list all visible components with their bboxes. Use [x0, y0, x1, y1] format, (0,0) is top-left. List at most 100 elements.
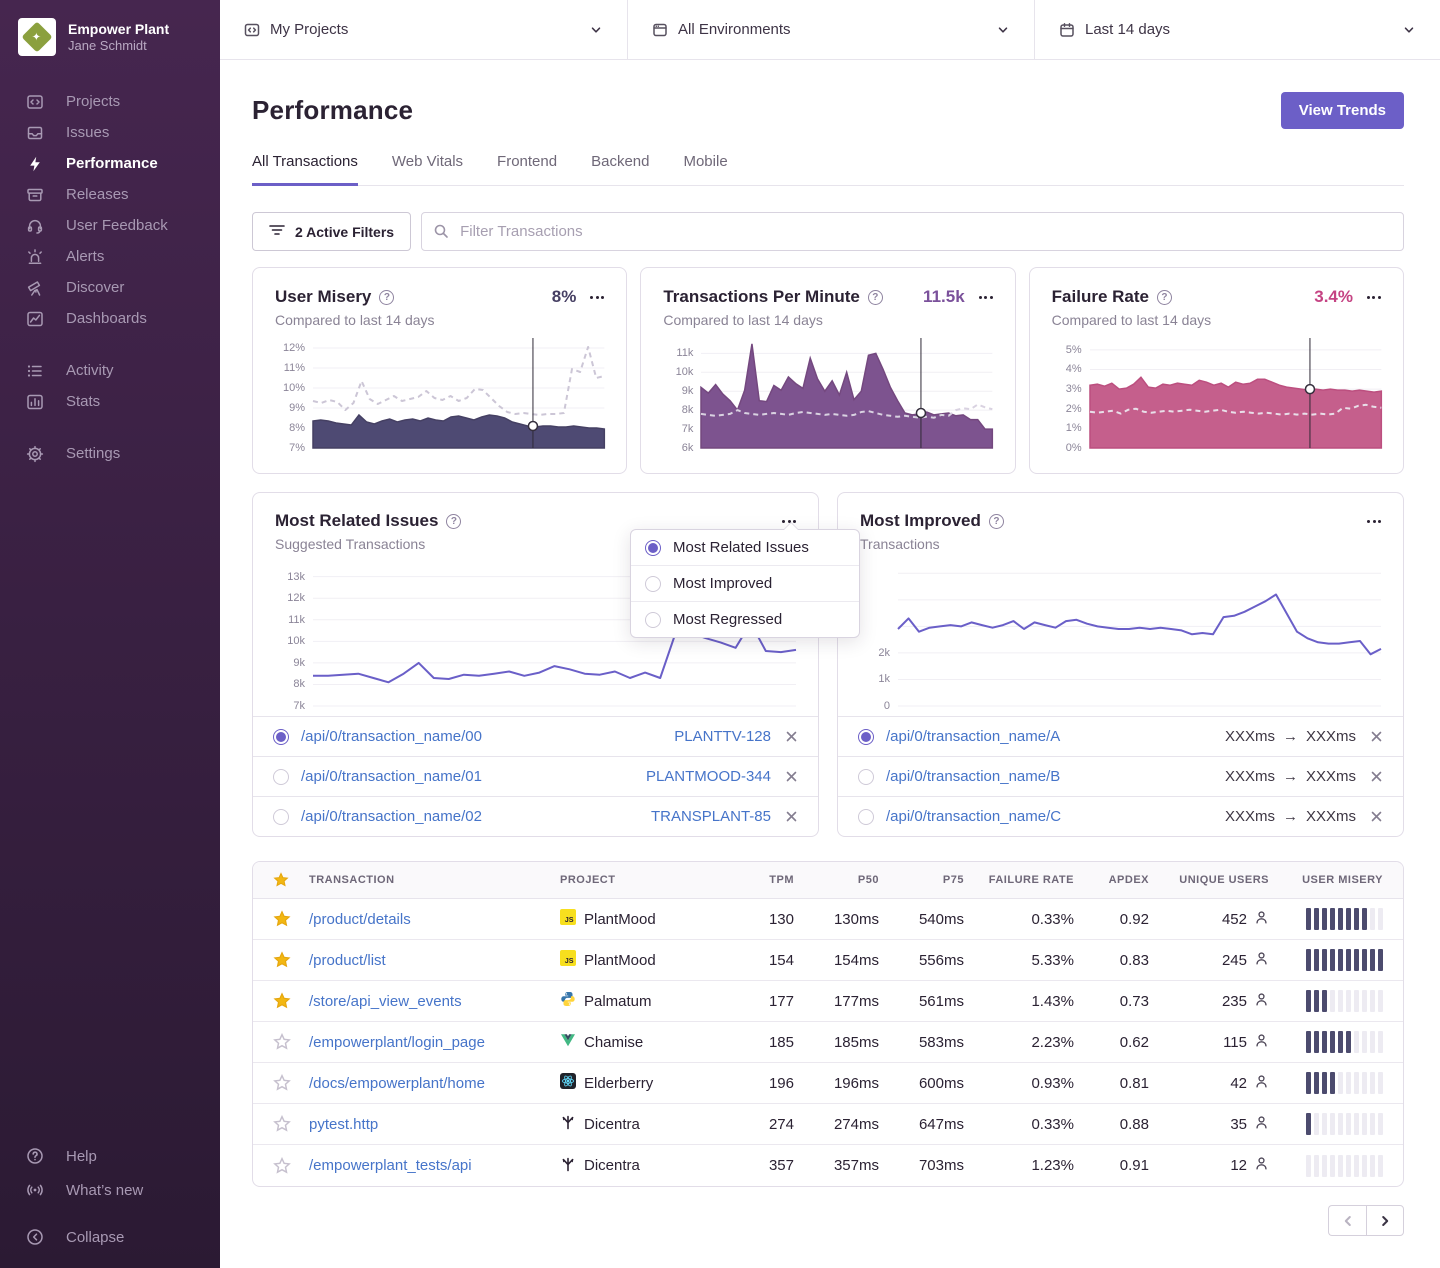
radio-button[interactable]: [858, 809, 874, 825]
apdex-value: 0.62: [1080, 1034, 1155, 1051]
tab-backend[interactable]: Backend: [591, 153, 649, 186]
transaction-link[interactable]: /empowerplant/login_page: [309, 1034, 485, 1051]
sidebar-item-releases[interactable]: Releases: [0, 179, 220, 210]
tab-mobile[interactable]: Mobile: [683, 153, 727, 186]
sidebar-item-settings[interactable]: Settings: [0, 438, 220, 469]
empower-plant-logo-icon: ✦: [21, 21, 52, 52]
radio-button[interactable]: [645, 540, 661, 556]
radio-button[interactable]: [273, 809, 289, 825]
next-page-button[interactable]: [1366, 1205, 1404, 1236]
help-icon[interactable]: ?: [989, 514, 1004, 529]
radio-button[interactable]: [273, 729, 289, 745]
close-icon[interactable]: [1370, 770, 1383, 783]
p50-value: 130ms: [800, 911, 885, 928]
issue-link[interactable]: PLANTTV-128: [674, 728, 771, 745]
previous-page-button[interactable]: [1328, 1205, 1366, 1236]
transaction-link[interactable]: /api/0/transaction_name/B: [886, 768, 1060, 785]
transaction-link[interactable]: /api/0/transaction_name/A: [886, 728, 1060, 745]
radio-button[interactable]: [858, 729, 874, 745]
issue-link[interactable]: TRANSPLANT-85: [651, 808, 771, 825]
sidebar-footer: HelpWhat’s new Collapse: [0, 1139, 220, 1254]
ellipsis-menu-button[interactable]: [979, 292, 993, 303]
sidebar-item-what-s-new[interactable]: What’s new: [0, 1173, 220, 1207]
transaction-link[interactable]: /product/details: [309, 911, 411, 928]
sidebar-item-collapse[interactable]: Collapse: [0, 1220, 220, 1254]
js-platform-icon: JS: [560, 950, 576, 970]
tpm-value: 130: [730, 911, 800, 928]
issue-link[interactable]: PLANTMOOD-344: [646, 768, 771, 785]
sidebar-item-performance[interactable]: Performance: [0, 148, 220, 179]
date-range-selector[interactable]: Last 14 days: [1035, 0, 1440, 59]
menu-option-most-regressed[interactable]: Most Regressed: [631, 601, 859, 637]
sidebar-item-stats[interactable]: Stats: [0, 386, 220, 417]
sidebar-item-user-feedback[interactable]: User Feedback: [0, 210, 220, 241]
close-icon[interactable]: [1370, 810, 1383, 823]
star-filled-icon[interactable]: [253, 951, 309, 969]
page-title: Performance: [252, 95, 413, 126]
close-icon[interactable]: [1370, 730, 1383, 743]
active-filters-button[interactable]: 2 Active Filters: [252, 212, 411, 251]
radio-button[interactable]: [273, 769, 289, 785]
col-failure-rate: FAILURE RATE: [970, 874, 1080, 886]
tab-web-vitals[interactable]: Web Vitals: [392, 153, 463, 186]
transaction-link[interactable]: /api/0/transaction_name/00: [301, 728, 482, 745]
sidebar-item-activity[interactable]: Activity: [0, 355, 220, 386]
transaction-link[interactable]: /docs/empowerplant/home: [309, 1075, 485, 1092]
p50-value: 177ms: [800, 993, 885, 1010]
arrow-right-icon: →: [1283, 728, 1298, 745]
help-icon[interactable]: ?: [1157, 290, 1172, 305]
close-icon[interactable]: [785, 810, 798, 823]
star-filled-icon[interactable]: [253, 910, 309, 928]
metric-subtitle: Compared to last 14 days: [663, 312, 992, 328]
radio-button[interactable]: [645, 576, 661, 592]
radio-button[interactable]: [645, 612, 661, 628]
transaction-link[interactable]: /product/list: [309, 952, 386, 969]
close-icon[interactable]: [785, 730, 798, 743]
transaction-link[interactable]: pytest.http: [309, 1116, 378, 1133]
transaction-link[interactable]: /api/0/transaction_name/C: [886, 808, 1061, 825]
star-outline-icon[interactable]: [253, 1115, 309, 1133]
close-icon[interactable]: [785, 770, 798, 783]
transaction-link[interactable]: /api/0/transaction_name/01: [301, 768, 482, 785]
menu-option-most-improved[interactable]: Most Improved: [631, 565, 859, 601]
metric-subtitle: Compared to last 14 days: [275, 312, 604, 328]
plant-platform-icon: [560, 1156, 576, 1176]
ellipsis-menu-button[interactable]: [590, 292, 604, 303]
projects-selector[interactable]: My Projects: [220, 0, 628, 59]
environment-selector[interactable]: All Environments: [628, 0, 1035, 59]
transaction-link[interactable]: /api/0/transaction_name/02: [301, 808, 482, 825]
line-chart: [898, 568, 1381, 706]
tpm-value: 196: [730, 1075, 800, 1092]
p75-value: 647ms: [885, 1116, 970, 1133]
help-icon[interactable]: ?: [868, 290, 883, 305]
chevron-down-icon: [1402, 23, 1416, 37]
ellipsis-menu-button[interactable]: [1367, 292, 1381, 303]
sidebar-item-discover[interactable]: Discover: [0, 272, 220, 303]
help-icon[interactable]: ?: [446, 514, 461, 529]
transaction-link[interactable]: /empowerplant_tests/api: [309, 1157, 472, 1174]
menu-option-most-related-issues[interactable]: Most Related Issues: [631, 530, 859, 565]
star-outline-icon[interactable]: [253, 1033, 309, 1051]
sidebar-item-issues[interactable]: Issues: [0, 117, 220, 148]
p50-value: 154ms: [800, 952, 885, 969]
sidebar-item-alerts[interactable]: Alerts: [0, 241, 220, 272]
sidebar-item-projects[interactable]: Projects: [0, 86, 220, 117]
tpm-value: 154: [730, 952, 800, 969]
search-input[interactable]: [421, 212, 1404, 251]
svg-text:JS: JS: [565, 956, 574, 965]
radio-button[interactable]: [858, 769, 874, 785]
star-filled-icon[interactable]: [253, 992, 309, 1010]
transaction-link[interactable]: /store/api_view_events: [309, 993, 462, 1010]
tab-frontend[interactable]: Frontend: [497, 153, 557, 186]
view-trends-button[interactable]: View Trends: [1281, 92, 1404, 129]
org-header[interactable]: ✦ Empower Plant Jane Schmidt: [0, 0, 220, 56]
help-icon[interactable]: ?: [379, 290, 394, 305]
sidebar-item-label: Projects: [66, 93, 120, 110]
sidebar-item-dashboards[interactable]: Dashboards: [0, 303, 220, 334]
star-outline-icon[interactable]: [253, 1074, 309, 1092]
star-outline-icon[interactable]: [253, 1157, 309, 1175]
ellipsis-menu-button[interactable]: [1367, 516, 1381, 527]
col-p50: P50: [800, 874, 885, 886]
tab-all-transactions[interactable]: All Transactions: [252, 153, 358, 186]
sidebar-item-help[interactable]: Help: [0, 1139, 220, 1173]
